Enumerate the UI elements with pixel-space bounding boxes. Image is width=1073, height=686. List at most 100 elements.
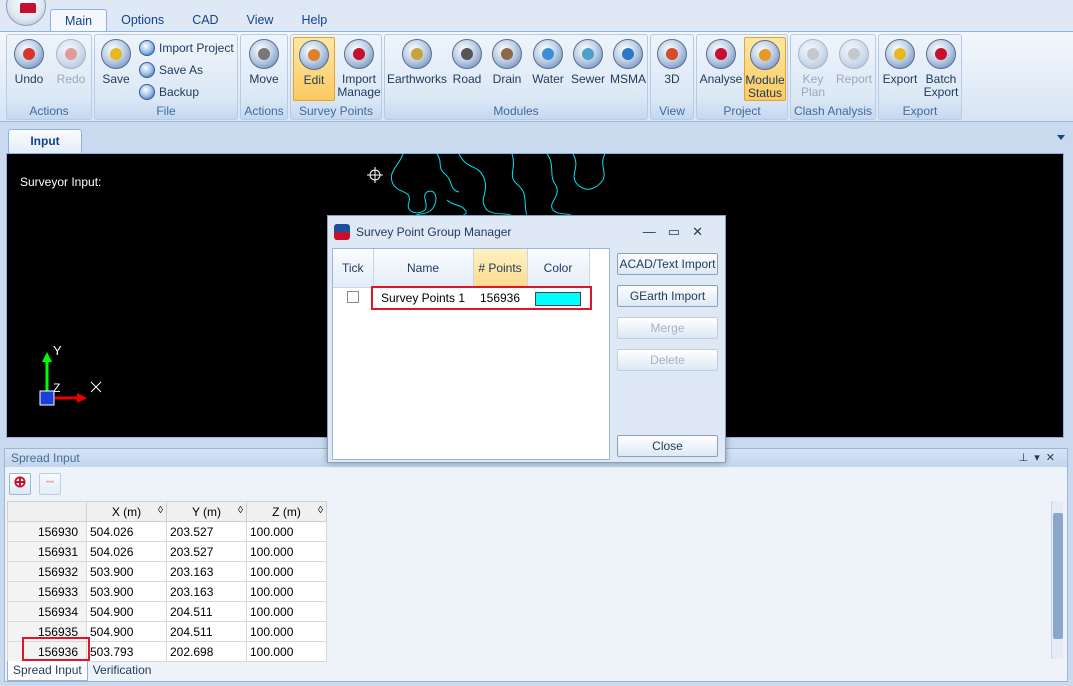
drain-button[interactable]: Drain [487,37,527,101]
vertical-scrollbar[interactable] [1051,501,1063,659]
road-button[interactable]: Road [449,37,485,101]
cell-x[interactable]: 503.900 [86,561,167,582]
save-as-label: Save As [159,63,204,77]
gearth-import-button[interactable]: GEarth Import [617,285,718,307]
sort-icon: ◊ [158,505,163,516]
dialog-title: Survey Point Group Manager [356,225,512,239]
msma-icon [613,39,643,69]
save-button[interactable]: Save [97,37,135,101]
cell-z[interactable]: 100.000 [246,621,327,642]
cell-y[interactable]: 202.698 [166,641,247,662]
cell-z[interactable]: 100.000 [246,561,327,582]
cell-x[interactable]: 504.900 [86,601,167,622]
undo-label: Undo [14,72,44,86]
cell-x[interactable]: 503.793 [86,641,167,662]
report-label: Report [835,72,873,86]
batch-export-button[interactable]: Batch Export [921,37,961,101]
water-button[interactable]: Water [529,37,567,101]
acad-text-import-button[interactable]: ACAD/Text Import [617,253,718,275]
add-row-button[interactable]: ⊕ [9,473,31,495]
batch-label: Batch [925,72,957,86]
cell-x[interactable]: 504.026 [86,521,167,542]
key-plan-button[interactable]: Key Plan [793,37,833,101]
table-row[interactable]: 156933 503.900 203.163 100.000 [7,581,327,602]
cell-z[interactable]: 100.000 [246,601,327,622]
cell-y[interactable]: 203.163 [166,561,247,582]
close-button[interactable]: Close [617,435,718,457]
table-row[interactable]: 156931 504.026 203.527 100.000 [7,541,327,562]
move-button[interactable]: Move [243,37,285,101]
maximize-icon[interactable]: ▭ [668,224,692,239]
cell-y[interactable]: 204.511 [166,601,247,622]
module-status-button[interactable]: Module Status [744,37,786,101]
analyse-button[interactable]: Analyse [699,37,743,101]
tab-verification[interactable]: Verification [88,661,157,681]
cell-y[interactable]: 203.527 [166,541,247,562]
group-tick-checkbox[interactable] [347,290,359,303]
col-points[interactable]: # Points [473,249,528,288]
tab-main[interactable]: Main [50,9,108,32]
save-as-button[interactable]: Save As [137,60,203,80]
cell-y[interactable]: 203.163 [166,581,247,602]
drain-icon [492,39,522,69]
import-manage-button[interactable]: Import Manage [337,37,381,101]
redo-button[interactable]: Redo [51,37,91,101]
cell-x[interactable]: 504.900 [86,621,167,642]
col-color[interactable]: Color [527,249,590,288]
group-grid[interactable]: Tick Name # Points Color Survey Points 1… [332,248,610,460]
row-header-corner [7,501,87,522]
application-menu-button[interactable] [6,0,46,26]
earthworks-button[interactable]: Earthworks [387,37,447,101]
msma-button[interactable]: MSMA [609,37,647,101]
water-icon [533,39,563,69]
minimize-icon[interactable]: — [643,224,668,239]
pin-icon[interactable]: ⊥ [1019,452,1035,464]
remove-row-button[interactable]: − [39,473,61,495]
survey-point-group-manager-dialog: Survey Point Group Manager —▭✕ Tick Name… [327,215,726,463]
tab-input[interactable]: Input [8,129,82,153]
dropdown-icon[interactable]: ▾ [1034,452,1046,464]
cell-x[interactable]: 504.026 [86,541,167,562]
col-header-y[interactable]: Y (m) ◊ [166,501,247,522]
import-project-button[interactable]: Import Project [137,38,234,58]
scroll-thumb[interactable] [1053,513,1063,639]
tab-options[interactable]: Options [107,9,178,32]
tab-help[interactable]: Help [287,9,341,32]
table-row[interactable]: 156934 504.900 204.511 100.000 [7,601,327,622]
cell-z[interactable]: 100.000 [246,641,327,662]
cell-y[interactable]: 204.511 [166,621,247,642]
analyse-icon [706,39,736,69]
export-button[interactable]: Export [881,37,919,101]
group-label-view: View [659,104,685,118]
delete-button[interactable]: Delete [617,349,718,371]
col-tick[interactable]: Tick [333,249,374,288]
tab-dropdown-icon[interactable] [1057,135,1065,140]
col-header-z[interactable]: Z (m) ◊ [246,501,327,522]
cell-z[interactable]: 100.000 [246,581,327,602]
cell-x[interactable]: 503.900 [86,581,167,602]
view-3d-button[interactable]: 3D [653,37,691,101]
sewer-button[interactable]: Sewer [569,37,607,101]
table-row[interactable]: 156932 503.900 203.163 100.000 [7,561,327,582]
cell-z[interactable]: 100.000 [246,541,327,562]
import-label: Import [341,72,376,86]
table-row[interactable]: 156930 504.026 203.527 100.000 [7,521,327,542]
group-export: Export Batch Export Export [878,34,962,120]
col-name[interactable]: Name [373,249,474,288]
tab-spread-input[interactable]: Spread Input [7,661,88,681]
merge-button[interactable]: Merge [617,317,718,339]
edit-button[interactable]: Edit [293,37,335,101]
report-button[interactable]: Report [833,37,875,101]
group-modules: Earthworks Road Drain Water Sewer MSMA M… [384,34,648,120]
col-y-label: Y (m) [191,504,222,519]
tab-cad[interactable]: CAD [178,9,232,32]
cell-z[interactable]: 100.000 [246,521,327,542]
tab-view[interactable]: View [233,9,288,32]
close-panel-icon[interactable]: ✕ [1046,452,1061,464]
col-header-x[interactable]: X (m) ◊ [86,501,167,522]
undo-button[interactable]: Undo [9,37,49,101]
window-controls: —▭✕ [643,216,715,248]
backup-button[interactable]: Backup [137,82,199,102]
close-icon[interactable]: ✕ [692,224,715,239]
cell-y[interactable]: 203.527 [166,521,247,542]
